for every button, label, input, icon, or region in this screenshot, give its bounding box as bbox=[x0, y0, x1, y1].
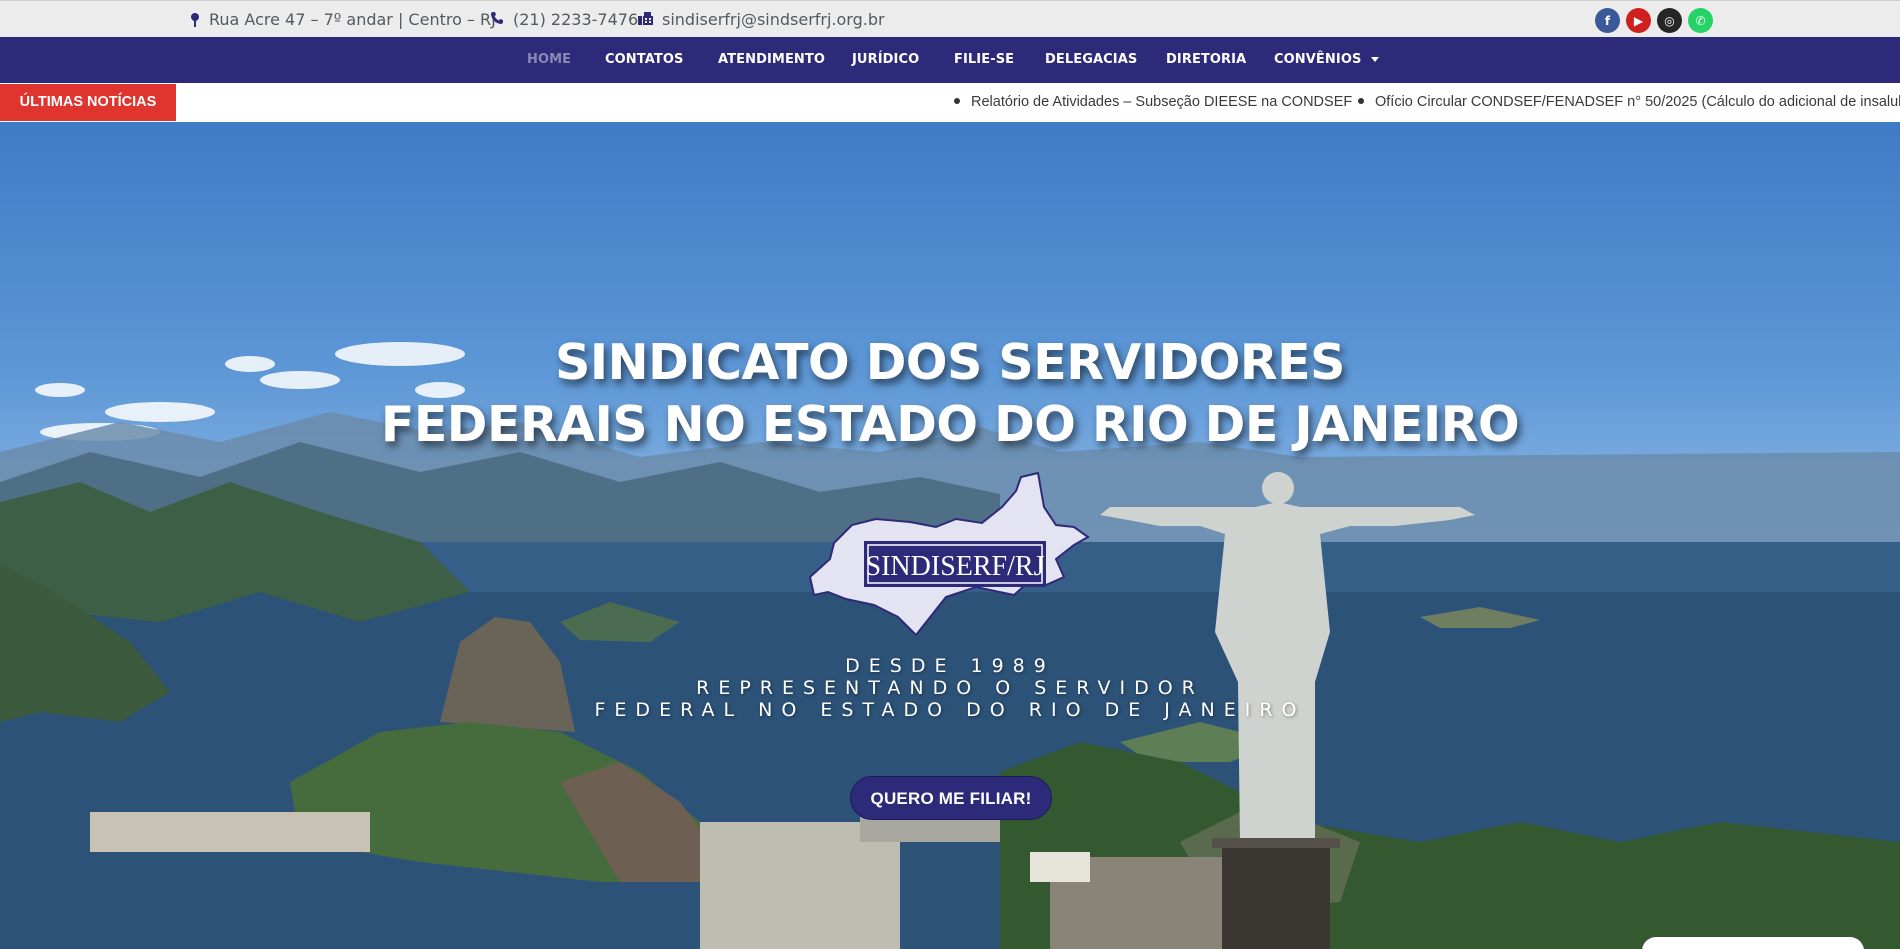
top-info-bar: Rua Acre 47 – 7º andar | Centro – RJ (21… bbox=[0, 0, 1900, 37]
nav-item-diretoria[interactable]: DIRETORIA bbox=[1166, 37, 1246, 83]
address-text: Rua Acre 47 – 7º andar | Centro – RJ bbox=[209, 10, 496, 29]
news-ticker: ÚLTIMAS NOTÍCIAS Relatório de Atividades… bbox=[0, 83, 1900, 122]
main-nav: HOME CONTATOS ATENDIMENTO JURÍDICO FILIE… bbox=[0, 37, 1900, 83]
map-pin-icon bbox=[190, 12, 200, 27]
tagline-line-3: FEDERAL NO ESTADO DO RIO DE JANEIRO bbox=[594, 699, 1306, 721]
hero-title-line-1: SINDICATO DOS SERVIDORES bbox=[555, 334, 1345, 391]
facebook-icon[interactable]: f bbox=[1595, 8, 1620, 33]
sindiserf-logo: SINDISERF/RJ bbox=[808, 471, 1090, 637]
email-text: sindiserfrj@sindserfrj.org.br bbox=[662, 10, 885, 29]
phone-info[interactable]: (21) 2233-7476 bbox=[490, 1, 638, 38]
fax-icon bbox=[638, 10, 653, 29]
nav-item-convenios-label: CONVÊNIOS bbox=[1274, 52, 1362, 67]
tagline-line-2: REPRESENTANDO O SERVIDOR bbox=[696, 677, 1204, 699]
instagram-icon[interactable]: ◎ bbox=[1657, 8, 1682, 33]
youtube-icon[interactable]: ▶ bbox=[1626, 8, 1651, 33]
nav-item-contatos[interactable]: CONTATOS bbox=[605, 37, 683, 83]
whatsapp-icon[interactable]: ✆ bbox=[1688, 8, 1713, 33]
ticker-news-item[interactable]: Ofício Circular CONDSEF/FENADSEF n° 50/2… bbox=[1358, 83, 1900, 122]
phone-text: (21) 2233-7476 bbox=[513, 10, 639, 29]
nav-item-home[interactable]: HOME bbox=[527, 37, 571, 83]
nav-item-convenios[interactable]: CONVÊNIOS bbox=[1274, 37, 1380, 83]
hero-section: SINDICATO DOS SERVIDORES FEDERAIS NO EST… bbox=[0, 122, 1900, 949]
nav-item-juridico[interactable]: JURÍDICO bbox=[852, 37, 919, 83]
nav-item-atendimento[interactable]: ATENDIMENTO bbox=[718, 37, 825, 83]
nav-item-filie-se[interactable]: FILIE-SE bbox=[954, 37, 1014, 83]
chevron-down-icon bbox=[1371, 57, 1380, 62]
join-button[interactable]: QUERO ME FILIAR! bbox=[850, 776, 1052, 820]
ticker-news-item[interactable]: Relatório de Atividades – Subseção DIEES… bbox=[954, 83, 1352, 122]
chat-widget[interactable] bbox=[1642, 937, 1864, 949]
nav-item-delegacias[interactable]: DELEGACIAS bbox=[1045, 37, 1137, 83]
ticker-label: ÚLTIMAS NOTÍCIAS bbox=[0, 84, 176, 121]
hero-title-line-2: FEDERAIS NO ESTADO DO RIO DE JANEIRO bbox=[380, 396, 1520, 453]
phone-icon bbox=[490, 10, 504, 29]
tagline-line-1: DESDE 1989 bbox=[845, 655, 1055, 677]
address-info: Rua Acre 47 – 7º andar | Centro – RJ bbox=[190, 1, 496, 38]
email-info[interactable]: sindiserfrj@sindserfrj.org.br bbox=[638, 1, 885, 38]
logo-text: SINDISERF/RJ bbox=[866, 551, 1045, 582]
